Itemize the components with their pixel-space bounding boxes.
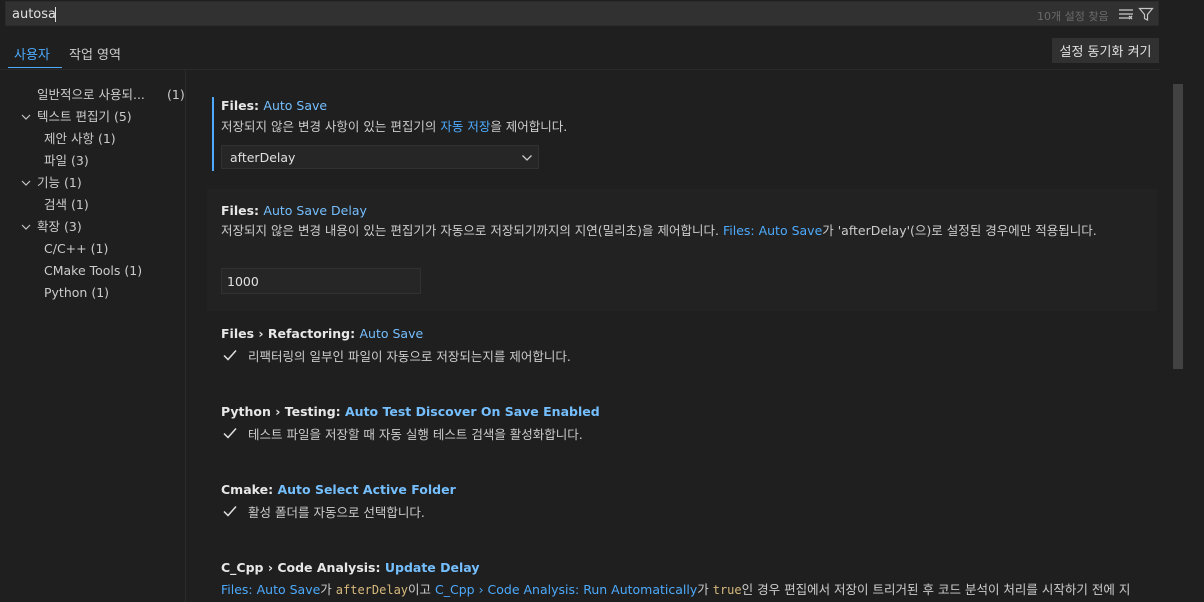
header-divider xyxy=(0,69,1160,70)
toc-count: (1) xyxy=(97,131,116,146)
toc-item-features[interactable]: 기능 (1) xyxy=(37,172,82,194)
inline-code: afterDelay xyxy=(335,583,409,597)
toc-label: 기능 xyxy=(37,175,61,190)
setting-description: 저장되지 않은 변경 사항이 있는 편집기의 자동 저장을 제어합니다. xyxy=(221,117,1141,136)
auto-save-dropdown[interactable]: afterDelay xyxy=(221,145,539,169)
setting-files-auto-save: Files: Auto Save 저장되지 않은 변경 사항이 있는 편집기의 … xyxy=(207,92,1157,180)
setting-category: Files: xyxy=(221,98,264,113)
toc-count: (1) xyxy=(91,285,110,300)
funnel-icon[interactable] xyxy=(1138,6,1154,22)
toc-item-commonly-used[interactable]: 일반적으로 사용되... xyxy=(37,84,145,106)
toc-label: 파일 xyxy=(44,153,68,168)
setting-category: Files › Refactoring: xyxy=(221,326,360,341)
setting-description: 저장되지 않은 변경 내용이 있는 편집기가 자동으로 저장되기까지의 지연(밀… xyxy=(221,221,1141,240)
auto-save-link[interactable]: 자동 저장 xyxy=(440,119,490,134)
description-text: 인 경우 편집에서 저장이 트리거된 후 코드 분석이 처리를 시작하기 전에 … xyxy=(741,582,1131,597)
setting-title: Python › Testing: Auto Test Discover On … xyxy=(221,404,600,419)
chevron-down-icon[interactable] xyxy=(21,178,31,188)
auto-save-delay-input[interactable] xyxy=(221,268,421,294)
text-caret xyxy=(55,7,56,22)
toc-item-text-editor[interactable]: 텍스트 편집기 (5) xyxy=(37,106,132,128)
toc-count: (1) xyxy=(64,175,82,190)
toc-divider xyxy=(185,70,186,602)
dropdown-value: afterDelay xyxy=(230,150,296,165)
setting-cmake-auto-select-active-folder: Cmake: Auto Select Active Folder 활성 폴더를 … xyxy=(207,476,1157,536)
tab-workspace[interactable]: 작업 영역 xyxy=(69,44,121,63)
chevron-down-icon xyxy=(522,155,532,161)
toc-count: (3) xyxy=(64,219,82,234)
setting-category: Python › Testing: xyxy=(221,404,345,419)
setting-cpp-code-analysis-update-delay: C_Cpp › Code Analysis: Update Delay File… xyxy=(207,554,1157,602)
description-text: 가 xyxy=(320,582,336,597)
description-text: 저장되지 않은 변경 사항이 있는 편집기의 xyxy=(221,119,441,134)
search-input[interactable] xyxy=(12,5,912,23)
checkbox-checked-icon[interactable] xyxy=(221,502,239,520)
toc-count: (1) xyxy=(124,263,143,278)
checkbox-checked-icon[interactable] xyxy=(221,346,239,364)
toc-item-files[interactable]: 파일 (3) xyxy=(44,150,89,172)
toc-count: (1) xyxy=(71,197,89,212)
setting-category: C_Cpp › Code Analysis: xyxy=(221,560,385,575)
chevron-down-icon[interactable] xyxy=(21,112,31,122)
setting-python-testing-auto-discover: Python › Testing: Auto Test Discover On … xyxy=(207,397,1157,457)
toc-count: (1) xyxy=(90,241,109,256)
setting-key: Auto Save xyxy=(359,326,424,341)
description-text: 이고 xyxy=(408,582,436,597)
list-filter-icon[interactable] xyxy=(1118,6,1134,22)
setting-title: Files › Refactoring: Auto Save xyxy=(221,326,423,341)
run-automatically-link[interactable]: C_Cpp › Code Analysis: Run Automatically xyxy=(435,582,697,597)
setting-key: Auto Save xyxy=(263,98,328,113)
description-text: 가 xyxy=(697,582,713,597)
setting-title: Files: Auto Save Delay xyxy=(221,203,367,218)
setting-description: 테스트 파일을 저장할 때 자동 실행 테스트 검색을 활성화합니다. xyxy=(248,427,583,442)
active-tab-indicator xyxy=(8,67,62,68)
toc-label: 검색 xyxy=(44,197,68,212)
toc-label: 제안 사항 xyxy=(44,131,94,146)
setting-description: Files: Auto Save가 afterDelay이고 C_Cpp › C… xyxy=(221,580,1141,600)
toc-label: C/C++ xyxy=(44,241,87,256)
settings-search-bar[interactable]: 10개 설정 찾음 xyxy=(5,1,1159,26)
toc-count: (3) xyxy=(71,153,89,168)
toc-item-extensions[interactable]: 확장 (3) xyxy=(37,216,82,238)
setting-description: 리팩터링의 일부인 파일이 자동으로 저장되는지를 제어합니다. xyxy=(248,349,571,364)
toc-label: 텍스트 편집기 xyxy=(37,109,110,124)
setting-key: Update Delay xyxy=(384,560,480,575)
turn-on-settings-sync-button[interactable]: 설정 동기화 켜기 xyxy=(1052,38,1159,63)
toc-label: 확장 xyxy=(37,219,61,234)
description-text: 을 제어합니다. xyxy=(490,119,568,134)
toc-item-search[interactable]: 검색 (1) xyxy=(44,194,89,216)
files-auto-save-link[interactable]: Files: Auto Save xyxy=(221,582,320,597)
setting-description: 활성 폴더를 자동으로 선택합니다. xyxy=(248,505,425,520)
setting-category: Files: xyxy=(221,203,264,218)
toc-label: CMake Tools xyxy=(44,263,121,278)
setting-key: Auto Save Delay xyxy=(263,203,367,218)
files-auto-save-link[interactable]: Files: Auto Save xyxy=(723,223,822,238)
vertical-scrollbar[interactable] xyxy=(1173,84,1183,369)
setting-title: Cmake: Auto Select Active Folder xyxy=(221,482,456,497)
checkbox-checked-icon[interactable] xyxy=(221,424,239,442)
inline-code: true xyxy=(712,583,742,597)
toc-label: Python xyxy=(44,285,88,300)
toc-item-suggestions[interactable]: 제안 사항 (1) xyxy=(44,128,116,150)
tab-user[interactable]: 사용자 xyxy=(14,44,50,63)
description-text: 저장되지 않은 변경 내용이 있는 편집기가 자동으로 저장되기까지의 지연(밀… xyxy=(221,223,723,238)
setting-files-auto-save-delay: Files: Auto Save Delay 저장되지 않은 변경 내용이 있는… xyxy=(207,189,1157,311)
setting-key: Auto Select Active Folder xyxy=(277,482,456,497)
toc-item-cmake-tools[interactable]: CMake Tools (1) xyxy=(44,260,142,282)
setting-key: Auto Test Discover On Save Enabled xyxy=(345,404,600,419)
toc-count: (5) xyxy=(113,109,132,124)
setting-files-refactoring-auto-save: Files › Refactoring: Auto Save 리팩터링의 일부인… xyxy=(207,318,1157,378)
chevron-down-icon[interactable] xyxy=(21,222,31,232)
setting-category: Cmake: xyxy=(221,482,278,497)
toc-item-cpp[interactable]: C/C++ (1) xyxy=(44,238,108,260)
result-count: 10개 설정 찾음 xyxy=(1037,10,1109,23)
setting-title: Files: Auto Save xyxy=(221,98,327,113)
description-text: 가 'afterDelay'(으)로 설정된 경우에만 적용됩니다. xyxy=(822,223,1097,238)
toc-item-python[interactable]: Python (1) xyxy=(44,282,109,304)
toc-label: 일반적으로 사용되... xyxy=(37,87,145,102)
toc-count: (1) xyxy=(167,87,185,102)
setting-title: C_Cpp › Code Analysis: Update Delay xyxy=(221,560,479,575)
